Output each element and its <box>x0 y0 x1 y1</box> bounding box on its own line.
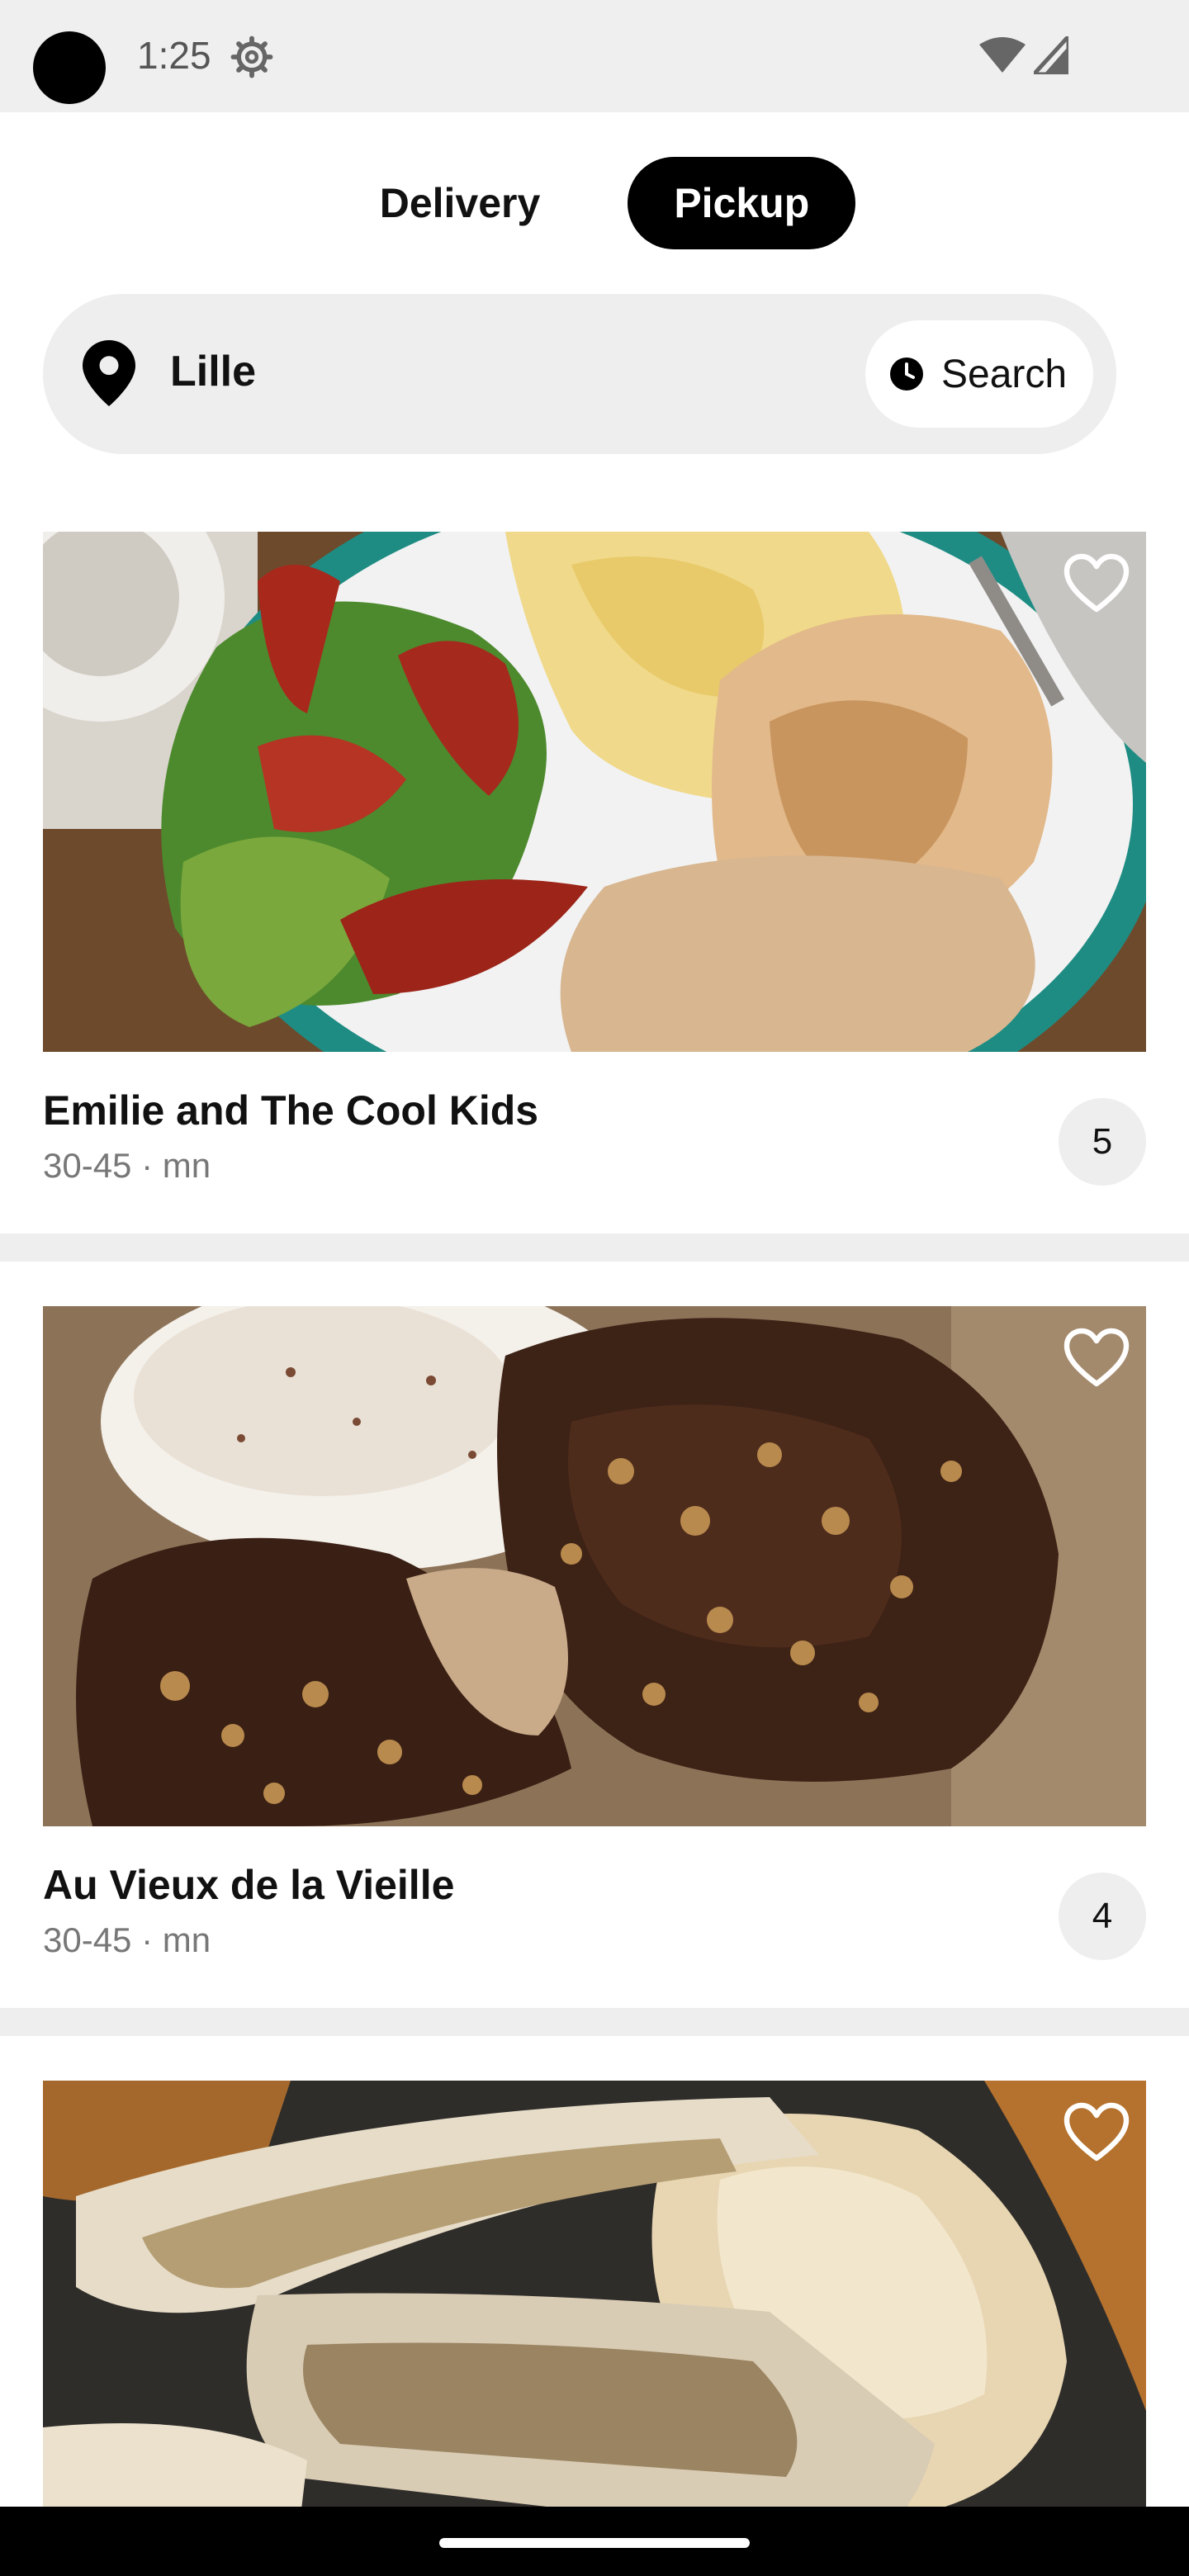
restaurant-name: Au Vieux de la Vieille <box>43 1862 455 1908</box>
card-divider <box>0 1234 1189 1262</box>
heart-outline-icon[interactable] <box>1063 2102 1130 2162</box>
restaurant-card[interactable] <box>0 2081 1189 2507</box>
app-screen: 1:25 Delivery Pickup Lille Search Emilie… <box>0 0 1189 2576</box>
heart-outline-icon[interactable] <box>1063 1328 1130 1387</box>
bone-marrow-toast-photo <box>43 2081 1146 2507</box>
restaurant-card[interactable]: Emilie and The Cool Kids 30-45 · mn 5 <box>0 532 1189 1234</box>
heart-outline-icon[interactable] <box>1063 553 1130 613</box>
system-nav-bar <box>0 2507 1189 2576</box>
map-pin-icon <box>83 340 135 406</box>
rating-badge: 4 <box>1059 1873 1146 1960</box>
chocolate-waffles-photo <box>43 1306 1146 1826</box>
search-label: Search <box>941 352 1068 396</box>
delivery-time: 30-45 · mn <box>43 1920 211 1959</box>
restaurant-card[interactable]: Au Vieux de la Vieille 30-45 · mn 4 <box>0 1306 1189 2008</box>
delivery-mode-toggle: Delivery Pickup <box>0 157 1189 249</box>
camera-cutout <box>33 31 106 104</box>
delivery-time: 30-45 · mn <box>43 1146 211 1185</box>
search-button[interactable]: Search <box>865 320 1093 428</box>
status-bar: 1:25 <box>0 0 1189 112</box>
rating-badge: 5 <box>1059 1098 1146 1186</box>
restaurant-photo[interactable] <box>43 2081 1146 2507</box>
location-search-bar[interactable]: Lille Search <box>43 294 1116 454</box>
clock-icon <box>890 358 923 391</box>
wifi-icon <box>979 37 1026 73</box>
status-time: 1:25 <box>137 34 211 77</box>
salad-eggs-bagel-photo <box>43 532 1146 1052</box>
restaurant-photo[interactable] <box>43 1306 1146 1826</box>
tab-delivery[interactable]: Delivery <box>334 157 587 249</box>
cell-signal-icon <box>1034 36 1068 74</box>
card-divider <box>0 2008 1189 2036</box>
restaurant-photo[interactable] <box>43 532 1146 1052</box>
restaurant-name: Emilie and The Cool Kids <box>43 1087 539 1134</box>
home-indicator[interactable] <box>439 2538 750 2548</box>
settings-gear-icon <box>230 36 273 78</box>
location-text[interactable]: Lille <box>170 347 256 396</box>
tab-pickup[interactable]: Pickup <box>628 157 856 249</box>
